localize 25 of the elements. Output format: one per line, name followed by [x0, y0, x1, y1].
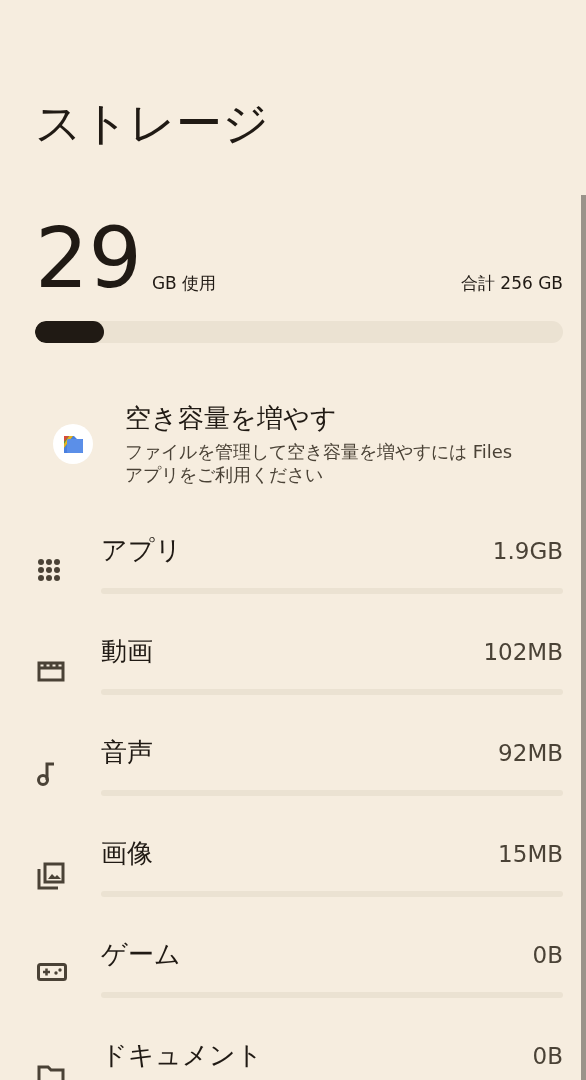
music-note-icon — [37, 760, 55, 787]
free-up-space-description: ファイルを管理して空き容量を増やすには Files アプリをご利用ください — [125, 439, 514, 487]
category-label[interactable]: ゲーム — [101, 936, 181, 972]
category-size: 1.9GB — [492, 537, 563, 564]
used-unit: GB 使用 — [151, 271, 217, 295]
photo-library-icon — [37, 861, 65, 890]
total-capacity: 合計 256 GB — [460, 271, 563, 295]
page-title: ストレージ — [35, 96, 270, 152]
category-size: 15MB — [498, 840, 563, 867]
category-size: 102MB — [483, 638, 563, 665]
category-size: 0B — [532, 1042, 563, 1069]
apps-grid-icon — [37, 558, 61, 581]
files-app-icon[interactable] — [53, 423, 93, 464]
used-amount: 29 — [35, 221, 142, 297]
category-label[interactable]: 動画 — [101, 633, 153, 669]
category-label[interactable]: 画像 — [101, 835, 153, 871]
folder-icon — [37, 1063, 65, 1080]
game-controller-icon — [37, 962, 67, 981]
category-label[interactable]: ドキュメント — [101, 1037, 263, 1073]
category-label[interactable]: アプリ — [101, 532, 182, 568]
clapperboard-icon — [37, 659, 65, 682]
free-up-space-title[interactable]: 空き容量を増やす — [125, 400, 563, 436]
category-label[interactable]: 音声 — [101, 734, 153, 770]
category-size: 0B — [532, 941, 563, 968]
category-size: 92MB — [498, 739, 563, 766]
